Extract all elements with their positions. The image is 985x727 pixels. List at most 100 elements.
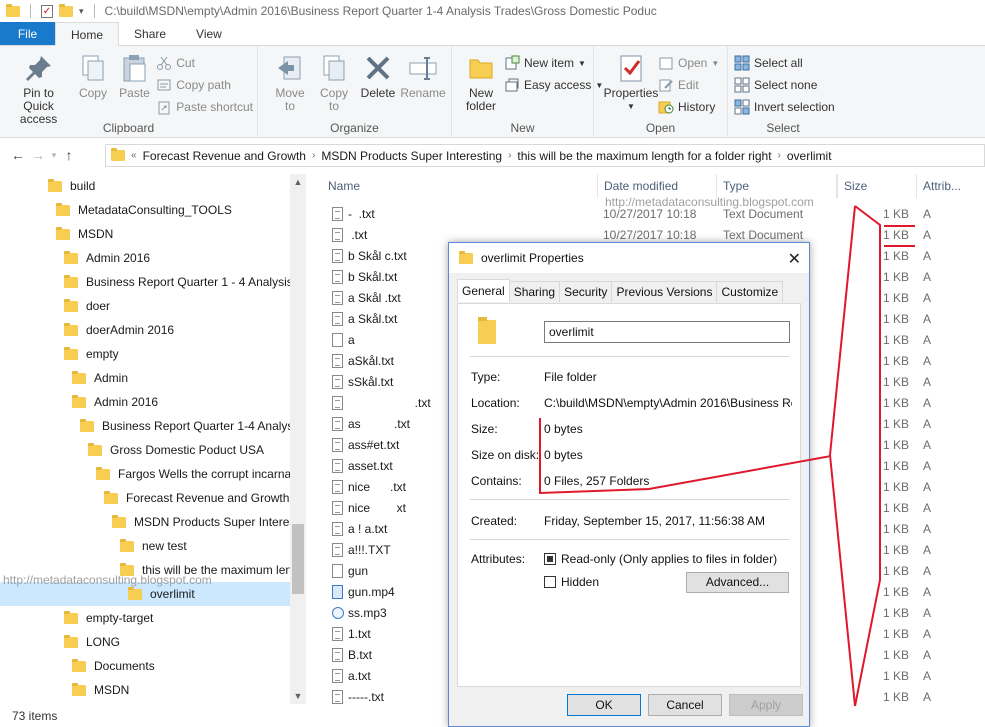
invert-selection-button[interactable]: Invert selection: [734, 98, 835, 116]
chevron-right-icon[interactable]: ›: [312, 150, 315, 161]
dialog-title-bar: overlimit Properties ✕: [449, 243, 809, 273]
tree-item[interactable]: empty-target: [0, 606, 153, 630]
cell-attr: A: [923, 291, 932, 305]
scroll-up-icon[interactable]: ▲: [290, 174, 306, 190]
tree-item-label: Admin 2016: [94, 395, 159, 409]
tree-item[interactable]: doer: [0, 294, 110, 318]
breadcrumb-forecast[interactable]: Forecast Revenue and Growth: [143, 149, 306, 163]
tree-item[interactable]: MSDN Products Super Interesting: [0, 510, 306, 534]
new-folder-icon[interactable]: [59, 3, 73, 17]
tree-item[interactable]: doerAdmin 2016: [0, 318, 174, 342]
copy-path-label: Copy path: [176, 78, 231, 92]
breadcrumb-overlimit[interactable]: overlimit: [787, 149, 832, 163]
readonly-checkbox[interactable]: [544, 553, 556, 565]
folder-name-input[interactable]: [544, 321, 790, 343]
cell-date: 10/27/2017 10:18: [603, 207, 697, 221]
forward-arrow-icon[interactable]: →: [28, 147, 48, 163]
move-to-icon: [274, 52, 306, 84]
cell-name: .txt: [348, 396, 431, 410]
copy-path-button[interactable]: Copy path: [156, 76, 253, 94]
select-none-button[interactable]: Select none: [734, 76, 835, 94]
open-button[interactable]: Open ▼: [658, 54, 719, 72]
tree-item[interactable]: new test: [0, 534, 187, 558]
tree-item[interactable]: Documents: [0, 654, 155, 678]
chevron-down-icon[interactable]: ▾: [79, 6, 84, 17]
tree-item[interactable]: Business Report Quarter 1-4 Analysis Tra…: [0, 414, 306, 438]
back-arrow-icon[interactable]: ←: [8, 147, 28, 163]
cell-attr: A: [923, 396, 932, 410]
file-icon: [332, 648, 343, 662]
cut-button[interactable]: Cut: [156, 54, 253, 72]
history-button[interactable]: History: [658, 98, 719, 116]
advanced-button[interactable]: Advanced...: [686, 572, 789, 593]
file-icon: [332, 417, 343, 431]
edit-button[interactable]: Edit: [658, 76, 719, 94]
tree-item[interactable]: Admin 2016: [0, 246, 150, 270]
tree-item-label: build: [70, 179, 96, 193]
hidden-checkbox[interactable]: [544, 576, 556, 588]
rename-label: Rename: [400, 86, 446, 100]
column-name[interactable]: Name: [322, 174, 596, 198]
tab-customize[interactable]: Customize: [716, 281, 784, 302]
overflow-chevron-icon[interactable]: «: [131, 150, 137, 161]
cancel-button[interactable]: Cancel: [648, 694, 722, 716]
tree-item[interactable]: LONG: [0, 630, 120, 654]
tree-item[interactable]: MSDN: [0, 222, 113, 246]
tab-sharing[interactable]: Sharing: [508, 281, 561, 302]
scroll-down-icon[interactable]: ▼: [290, 688, 306, 704]
select-all-button[interactable]: Select all: [734, 54, 835, 72]
new-item-button[interactable]: New item ▼: [504, 54, 603, 72]
cell-attr: A: [923, 270, 932, 284]
chevron-right-icon[interactable]: ›: [508, 150, 511, 161]
chevron-right-icon[interactable]: ›: [778, 150, 781, 161]
tree-item[interactable]: MetadataConsulting_TOOLS: [0, 198, 232, 222]
tab-previous-versions[interactable]: Previous Versions: [611, 281, 718, 302]
watermark-text: http://metadataconsulting.blogspot.com: [3, 573, 212, 587]
tree-scrollbar[interactable]: ▲ ▼: [290, 174, 306, 704]
apply-button[interactable]: Apply: [729, 694, 803, 716]
cell-size: 1 KB: [882, 270, 909, 284]
close-icon[interactable]: ✕: [788, 249, 801, 269]
column-size[interactable]: Size: [837, 174, 917, 198]
column-attributes[interactable]: Attrib...: [917, 174, 985, 198]
address-bar[interactable]: « Forecast Revenue and Growth › MSDN Pro…: [105, 144, 985, 167]
tree-item[interactable]: Forecast Revenue and Growth: [0, 486, 289, 510]
tab-view[interactable]: View: [181, 22, 237, 45]
tree-item[interactable]: build: [0, 174, 95, 198]
recent-locations-icon[interactable]: ▾: [48, 150, 60, 161]
ok-button[interactable]: OK: [567, 694, 641, 716]
paste-shortcut-button[interactable]: Paste shortcut: [156, 98, 253, 116]
tab-security[interactable]: Security: [559, 281, 613, 302]
tree-item[interactable]: Business Report Quarter 1 - 4 Analysis T…: [0, 270, 306, 294]
cell-size: 1 KB: [882, 228, 909, 242]
tree-item[interactable]: Admin 2016: [0, 390, 158, 414]
cell-name: gun: [348, 564, 369, 578]
cell-size: 1 KB: [882, 585, 909, 599]
tree-item[interactable]: Gross Domestic Poduct USA: [0, 438, 264, 462]
ribbon: Pin to Quick access Copy Paste Cut Copy …: [0, 46, 985, 138]
breadcrumb-msdn-products[interactable]: MSDN Products Super Interesting: [321, 149, 502, 163]
invert-selection-label: Invert selection: [754, 100, 835, 114]
file-icon: [332, 627, 343, 641]
properties-check-icon[interactable]: ✓: [41, 4, 53, 18]
tree-item-label: Business Report Quarter 1-4 Analysis Tra…: [102, 419, 306, 433]
tree-item[interactable]: empty: [0, 342, 119, 366]
breadcrumb-max-length[interactable]: this will be the maximum length for a fo…: [517, 149, 771, 163]
cell-name: gun.mp4: [348, 585, 395, 599]
up-arrow-icon[interactable]: ↑: [60, 147, 78, 163]
cell-size: 1 KB: [882, 480, 909, 494]
tree-item[interactable]: Fargos Wells the corrupt incarnation: [0, 462, 306, 486]
easy-access-button[interactable]: Easy access ▼: [504, 76, 603, 94]
select-group-label: Select: [766, 121, 800, 135]
tab-file[interactable]: File: [0, 22, 55, 45]
tree-item[interactable]: Admin: [0, 366, 128, 390]
cell-name: asset.txt: [348, 459, 393, 473]
tab-home[interactable]: Home: [55, 22, 120, 46]
tab-general[interactable]: General: [457, 279, 510, 302]
tree-item-label: Admin 2016: [86, 251, 151, 265]
tree-item[interactable]: MSDN: [0, 678, 129, 702]
cell-attr: A: [923, 606, 932, 620]
folder-icon: [120, 538, 134, 552]
tab-share[interactable]: Share: [119, 22, 181, 45]
scroll-thumb[interactable]: [292, 524, 304, 594]
